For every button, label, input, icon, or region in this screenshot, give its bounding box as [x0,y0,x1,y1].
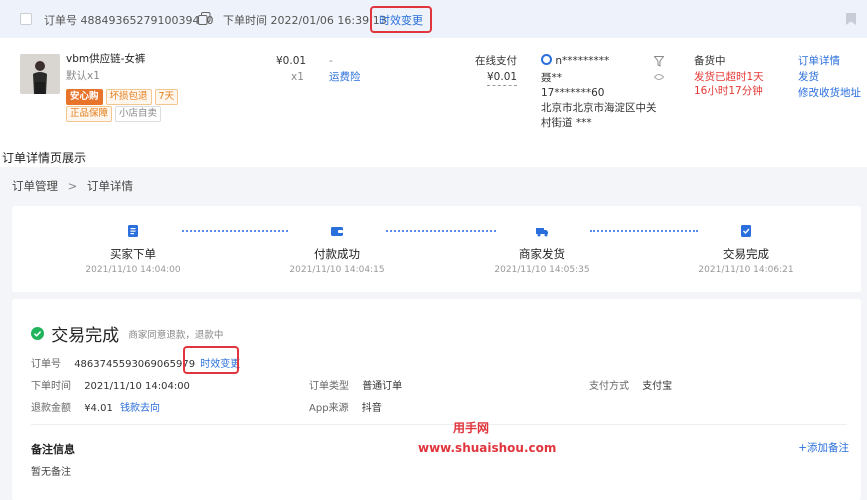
pay-amount[interactable]: ¥0.01 [487,70,518,86]
step-complete: 交易完成 2021/11/10 14:06:21 [676,224,816,275]
select-order-checkbox[interactable] [20,13,32,25]
buyer-nickname[interactable]: n********* [555,55,609,67]
refund-label: 退款金额 [31,403,71,414]
order-info-panel: 交易完成 商家同意退款，退款中 订单号 4863745593069065979 … [12,299,861,500]
highlight-box [183,346,239,374]
step-title: 买家下单 [110,247,156,261]
check-circle-icon [31,327,44,340]
detail-order-time: 下单时间 2021/11/10 14:04:00 [31,377,190,392]
order-number-label: 订单号 [31,359,61,370]
wallet-icon [331,227,343,236]
step-title: 付款成功 [314,247,360,261]
truck-icon [536,228,548,237]
remark-title: 备注信息 [31,443,75,456]
order-number: 订单号 4884936527910039440 [44,12,213,28]
add-remark-button[interactable]: +添加备注 [798,440,849,455]
status-title: 交易完成 [51,326,120,346]
highlight-box [370,6,432,33]
pay-method-value: 支付宝 [642,381,673,392]
detail-refund: 退款金额 ¥4.01 钱款去向 [31,399,160,414]
receipt-check-icon [741,225,751,237]
detail-order-type: 订单类型 普通订单 [309,377,402,392]
order-number-value: 4863745593069065979 [74,359,196,370]
breadcrumb-separator: > [67,179,78,193]
receiver-address: 北京市北京市海淀区中关村街道 *** [541,102,657,129]
overdue-text: 发货已超时1天 [694,71,764,83]
breadcrumb-current: 订单详情 [86,179,133,193]
breadcrumb: 订单管理 > 订单详情 [12,178,133,194]
step-time: 2021/11/10 14:05:35 [494,265,590,275]
step-payment: 付款成功 2021/11/10 14:04:15 [267,224,407,275]
step-time: 2021/11/10 14:04:00 [85,265,181,275]
app-source-value: 抖音 [361,403,382,414]
tag-self-sold: 小店自卖 [115,106,162,122]
eye-icon[interactable] [654,73,664,81]
tag-genuine: 正品保障 [66,106,113,122]
tag-7days: 7天 [154,89,179,105]
order-time: 下单时间 2022/01/06 16:39:13 [223,12,387,28]
receiver-name: 聂** [541,72,562,84]
product-price: ¥0.01 [276,55,307,67]
overdue-time: 16小时17分钟 [694,85,763,97]
order-number-value: 4884936527910039440 [80,14,214,27]
product-sku: 默认x1 [66,70,100,82]
step-title: 商家发货 [519,247,565,261]
product-name[interactable]: vbm供应链-女裤 [66,52,145,67]
app-source-label: App来源 [309,403,349,414]
copy-icon[interactable] [198,12,211,25]
product-image [20,54,60,94]
money-flow-link[interactable]: 钱款去向 [120,403,160,414]
step-title: 交易完成 [723,247,769,261]
status-subtitle: 商家同意退款，退款中 [128,329,224,341]
step-shipping: 商家发货 2021/11/10 14:05:35 [472,224,612,275]
watermark-url: www.shuaishou.com [418,441,557,455]
order-time-label: 下单时间 [223,14,267,27]
order-progress: 买家下单 2021/11/10 14:04:00 付款成功 2021/11/10… [12,206,861,292]
service-tags-row2: 正品保障 小店自卖 [66,106,164,122]
pay-method-label: 支付方式 [589,381,629,392]
tag-anxin: 安心购 [66,89,103,105]
refund-amount: ¥4.01 [84,403,113,414]
order-status: 备货中 [694,55,726,67]
receiver-phone: 17*******60 [541,87,605,99]
order-detail-link[interactable]: 订单详情 [798,54,840,69]
freight-insurance-link[interactable]: 运费险 [329,70,361,85]
product-thumbnail[interactable] [20,54,60,94]
caption: 订单详情页展示 [2,151,87,165]
buyer-avatar-icon [541,54,552,65]
filter-icon[interactable] [654,56,664,67]
order-time-value: 2021/11/10 14:04:00 [84,381,190,392]
service-tags-row1: 安心购 坏损包退 7天 [66,89,181,105]
step-time: 2021/11/10 14:04:15 [289,265,385,275]
freight-dash: - [329,55,333,67]
order-document-icon [128,225,138,237]
product-qty: x1 [291,71,304,83]
order-type-label: 订单类型 [309,381,349,392]
ship-link[interactable]: 发货 [798,70,819,85]
watermark-title: 用手网 [453,421,490,435]
pay-method: 在线支付 [475,55,517,67]
divider [31,424,847,425]
tag-damage-return: 坏损包退 [105,89,152,105]
detail-app-source: App来源 抖音 [309,399,382,414]
breadcrumb-parent[interactable]: 订单管理 [12,179,58,193]
detail-pay-method: 支付方式 支付宝 [589,377,672,392]
step-buyer-order: 买家下单 2021/11/10 14:04:00 [63,224,203,275]
no-remark-text: 暂无备注 [31,467,71,478]
order-card-header: 订单号 4884936527910039440 下单时间 2022/01/06 … [0,0,867,38]
status-row: 交易完成 商家同意退款，退款中 [31,321,223,346]
step-time: 2021/11/10 14:06:21 [698,265,794,275]
edit-address-link[interactable]: 修改收货地址 [798,86,861,101]
buyer-info: n********* [541,54,609,69]
bookmark-icon[interactable] [845,12,857,26]
order-type-value: 普通订单 [362,381,403,392]
order-number-label: 订单号 [44,14,77,27]
order-card: 订单号 4884936527910039440 下单时间 2022/01/06 … [0,0,867,141]
order-time-label: 下单时间 [31,381,71,392]
